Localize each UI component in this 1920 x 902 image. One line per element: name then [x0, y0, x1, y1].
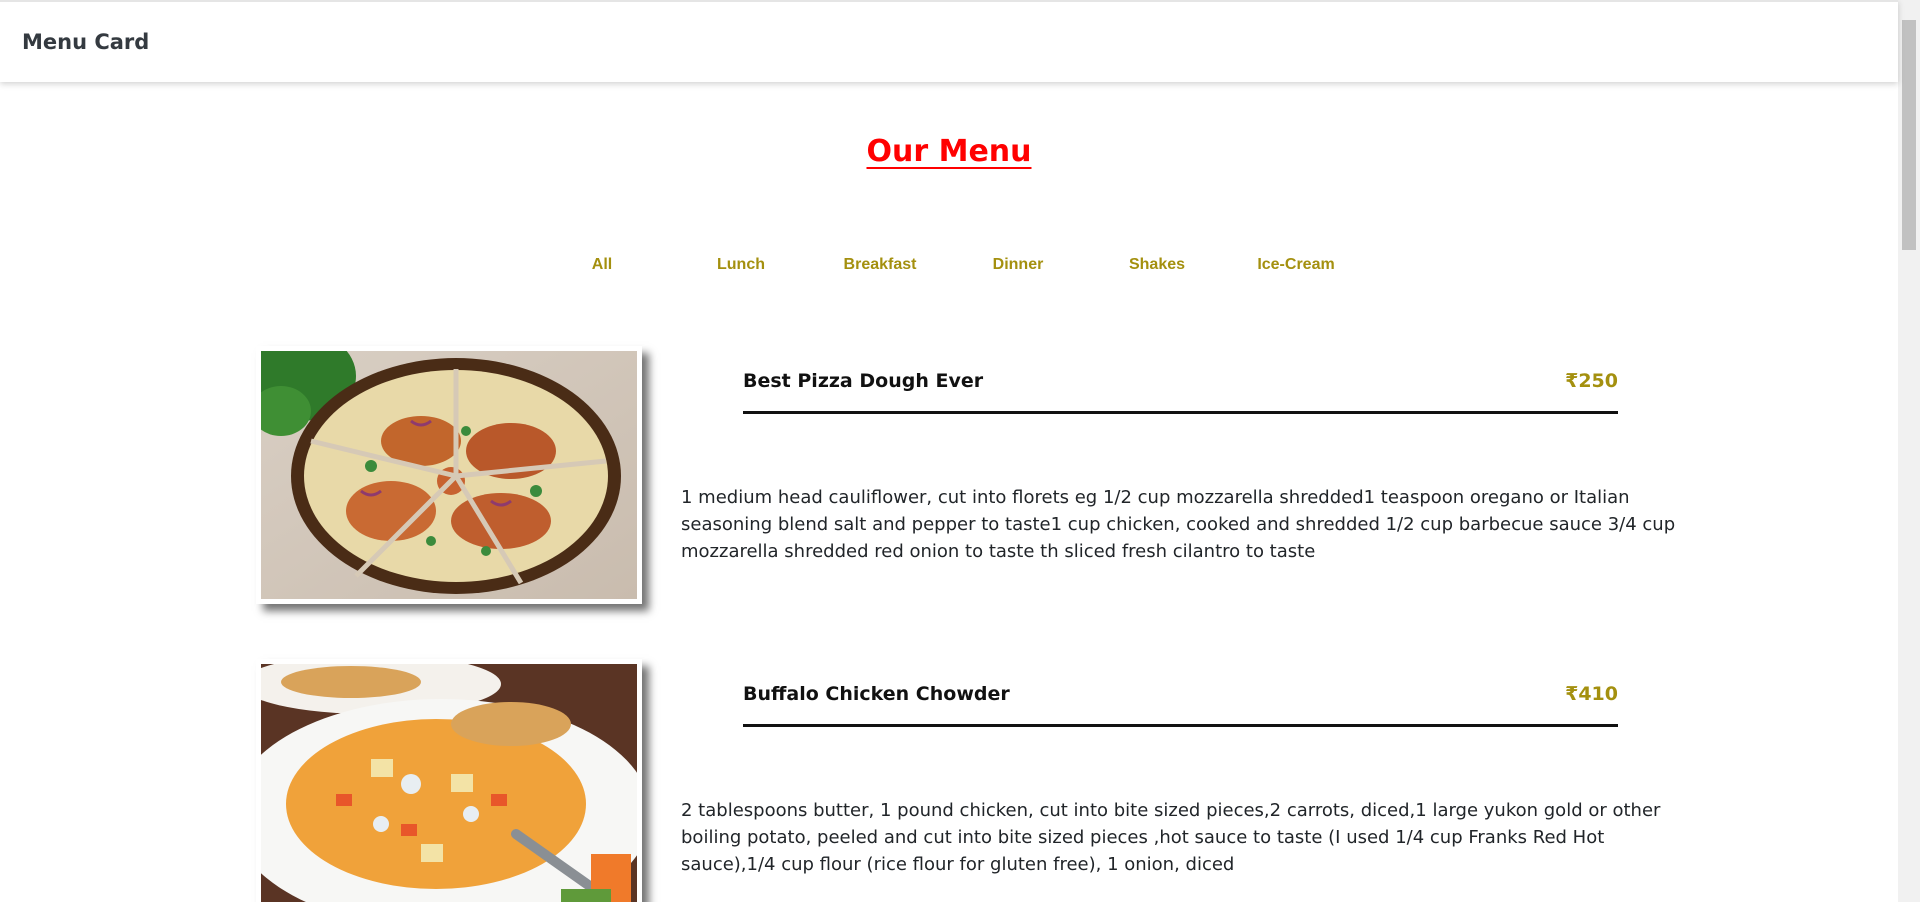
menu-item-title-row: Best Pizza Dough Ever ₹250: [743, 370, 1618, 414]
navbar: Menu Card: [0, 0, 1898, 82]
menu-item-image-frame: [256, 346, 642, 604]
menu-item-title-row: Buffalo Chicken Chowder ₹410: [743, 683, 1618, 727]
menu-item: Buffalo Chicken Chowder ₹410 2 tablespoo…: [256, 659, 1696, 902]
menu-item-price: ₹410: [1565, 683, 1618, 705]
menu-item: Best Pizza Dough Ever ₹250 1 medium head…: [256, 346, 1696, 606]
menu-item-image-frame: [256, 659, 642, 902]
filter-dinner-button[interactable]: Dinner: [958, 256, 1078, 274]
navbar-brand[interactable]: Menu Card: [22, 30, 149, 54]
menu-heading-wrap: Our Menu: [0, 134, 1898, 169]
menu-item-name: Buffalo Chicken Chowder: [743, 683, 1010, 705]
page-scrollbar[interactable]: [1898, 0, 1920, 902]
menu-heading: Our Menu: [866, 134, 1032, 169]
filter-all-button[interactable]: All: [542, 256, 662, 274]
menu-item-name: Best Pizza Dough Ever: [743, 370, 984, 392]
pizza-image: [261, 351, 637, 599]
chowder-image: [261, 664, 637, 902]
scrollbar-thumb[interactable]: [1902, 20, 1916, 250]
filter-lunch-button[interactable]: Lunch: [681, 256, 801, 274]
filter-breakfast-button[interactable]: Breakfast: [820, 256, 940, 274]
menu-item-description: 1 medium head cauliflower, cut into flor…: [681, 487, 1676, 562]
menu-item-description: 2 tablespoons butter, 1 pound chicken, c…: [681, 800, 1661, 875]
filter-ice-cream-button[interactable]: Ice-Cream: [1236, 256, 1356, 274]
menu-item-price: ₹250: [1565, 370, 1618, 392]
filter-shakes-button[interactable]: Shakes: [1097, 256, 1217, 274]
category-filters: All Lunch Breakfast Dinner Shakes Ice-Cr…: [0, 256, 1898, 280]
